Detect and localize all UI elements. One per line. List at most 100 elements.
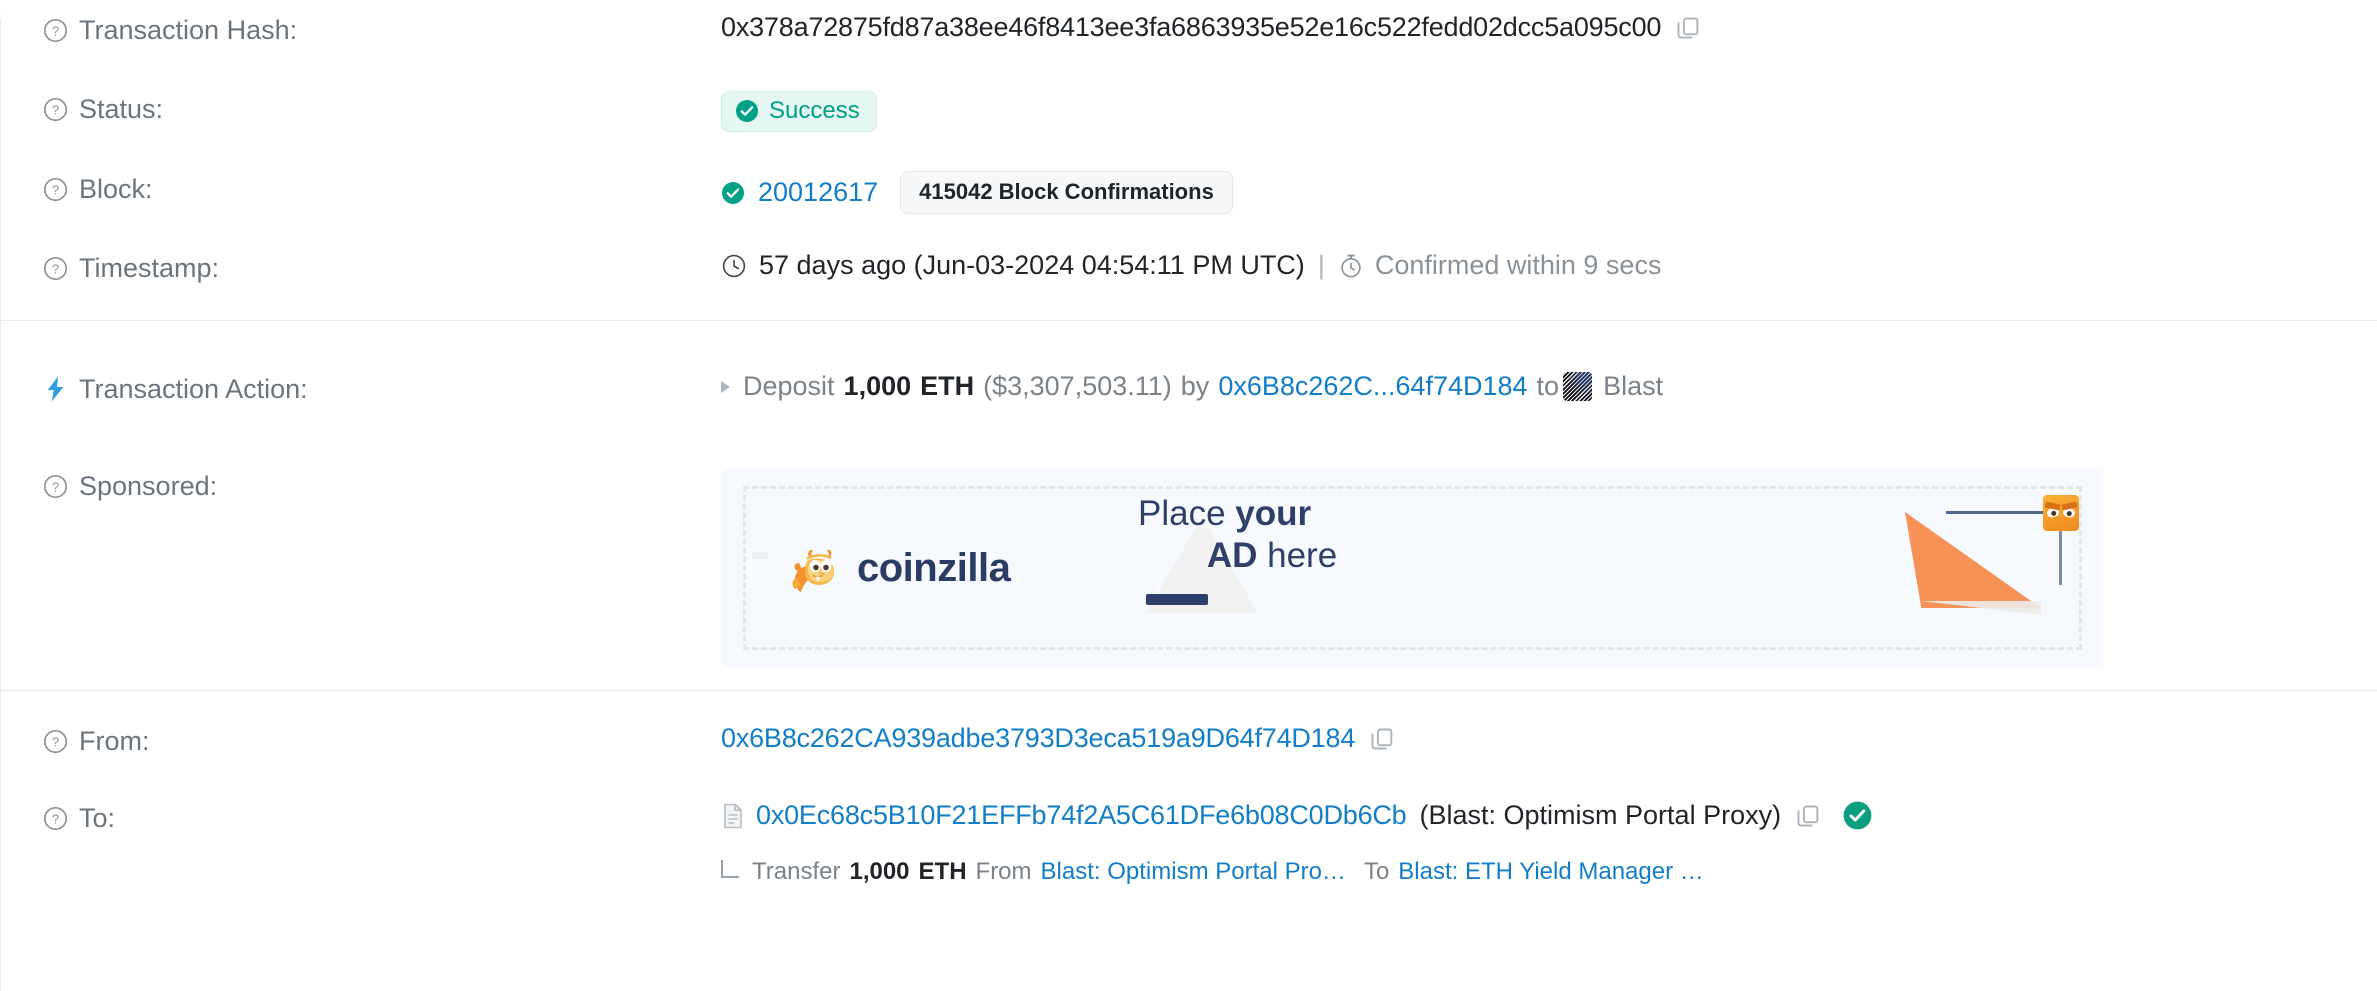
transaction-hash-label-cell: ? Transaction Hash: [43, 12, 721, 46]
transfer-amount: 1,000 [849, 858, 910, 885]
to-label-cell: ? To: [43, 800, 721, 834]
sponsored-label: Sponsored: [79, 471, 218, 501]
sponsored-ad-banner[interactable]: coinzilla Place your AD here [721, 468, 2104, 668]
flag-pole [2059, 529, 2062, 585]
question-circle-icon[interactable]: ? [43, 256, 68, 281]
coinzilla-wordmark: coinzilla [857, 546, 1011, 590]
from-label-cell: ? From: [43, 723, 721, 757]
blast-logo-icon [1563, 372, 1593, 401]
status-badge-text: Success [769, 97, 860, 124]
block-confirmations-badge: 415042 Block Confirmations [900, 171, 1233, 214]
transaction-action-label-cell: Transaction Action: [43, 371, 721, 405]
caret-right-icon[interactable] [721, 380, 730, 393]
timestamp-separator: | [1317, 250, 1325, 280]
clock-icon [721, 253, 747, 279]
block-label-cell: ? Block: [43, 171, 721, 205]
to-value-cell: 0x0Ec68c5B10F21EFFb74f2A5C61DFe6b08C0Db6… [721, 800, 2377, 831]
flag-mascot-face [2043, 495, 2079, 531]
question-circle-icon[interactable]: ? [43, 729, 68, 754]
transaction-details-card: ? Transaction Hash: 0x378a72875fd87a38ee… [0, 12, 2377, 991]
confirmed-within-text: Confirmed within 9 secs [1374, 250, 1662, 280]
transaction-hash-value-cell: 0x378a72875fd87a38ee46f8413ee3fa6863935e… [721, 12, 2377, 43]
transfer-token: ETH [918, 858, 967, 885]
ad-dashed-frame: coinzilla Place your AD here [743, 486, 2082, 650]
row-status: ? Status: Success [1, 91, 2377, 143]
transfer-to-word: To [1363, 858, 1390, 885]
question-circle-icon[interactable]: ? [43, 97, 68, 122]
transaction-action-value-cell: Deposit 1,000 ETH ($3,307,503.11) by 0x6… [721, 371, 2377, 402]
svg-text:?: ? [52, 261, 59, 276]
action-usd-value: ($3,307,503.11) [983, 371, 1172, 401]
transfer-label: Transfer [752, 858, 841, 885]
coinzilla-brand: coinzilla [789, 537, 1011, 599]
block-number-link[interactable]: 20012617 [758, 177, 878, 208]
ad-headline-bold-2: AD [1206, 536, 1258, 575]
tree-corner-icon [721, 860, 739, 878]
action-verb: Deposit [743, 371, 835, 401]
orange-flag-pennant-icon [1869, 489, 2079, 619]
from-address-link[interactable]: 0x6B8c262CA939adbe3793D3eca519a9D64f74D1… [721, 723, 1355, 754]
to-address-link[interactable]: 0x0Ec68c5B10F21EFFb74f2A5C61DFe6b08C0Db6… [756, 800, 1407, 831]
copy-icon[interactable] [1369, 726, 1395, 752]
status-badge: Success [721, 91, 877, 132]
row-transfer: Transfer 1,000 ETH From Blast: Optimism … [1, 858, 2377, 906]
from-value-cell: 0x6B8c262CA939adbe3793D3eca519a9D64f74D1… [721, 723, 2377, 754]
from-label: From: [79, 726, 150, 756]
timestamp-label: Timestamp: [79, 253, 220, 283]
question-circle-icon[interactable]: ? [43, 474, 68, 499]
action-token: ETH [920, 371, 975, 401]
ad-headline-plain-2: here [1257, 536, 1338, 575]
divider-above-from [1, 690, 2377, 691]
ad-headline-plain-1: Place [1138, 494, 1236, 533]
stopwatch-icon [1338, 253, 1364, 279]
timestamp-text: 57 days ago (Jun-03-2024 04:54:11 PM UTC… [759, 250, 1305, 280]
svg-text:?: ? [52, 811, 59, 826]
svg-text:?: ? [52, 23, 59, 38]
block-label: Block: [79, 174, 153, 204]
sponsored-label-cell: ? Sponsored: [43, 468, 721, 502]
question-circle-icon[interactable]: ? [43, 18, 68, 43]
verified-check-icon[interactable] [1843, 801, 1872, 830]
ad-headline-bold-1: your [1235, 494, 1312, 533]
flag-triangle-shadow [1921, 601, 2041, 615]
block-value-cell: 20012617 415042 Block Confirmations [721, 171, 2377, 214]
action-amount: 1,000 [843, 371, 912, 401]
check-circle-icon [735, 99, 759, 123]
svg-text:?: ? [52, 102, 59, 117]
check-circle-icon [721, 181, 745, 205]
question-circle-icon[interactable]: ? [43, 177, 68, 202]
action-by-word: by [1180, 371, 1210, 401]
svg-text:?: ? [52, 182, 59, 197]
svg-text:?: ? [52, 734, 59, 749]
timestamp-label-cell: ? Timestamp: [43, 250, 721, 284]
transfer-value-cell: Transfer 1,000 ETH From Blast: Optimism … [721, 858, 2377, 886]
status-label: Status: [79, 94, 164, 124]
copy-icon[interactable] [1795, 803, 1821, 829]
ad-headline-line2: AD here [1138, 535, 1438, 577]
ad-left-dash-mark [752, 552, 768, 560]
divider-above-transaction-action [1, 320, 2377, 321]
flag-triangle [1905, 512, 2041, 608]
ad-underline-bar [1146, 594, 1208, 605]
copy-icon[interactable] [1675, 15, 1701, 41]
transfer-from-name-link[interactable]: Blast: Optimism Portal Pro… [1041, 858, 1346, 886]
question-circle-icon[interactable]: ? [43, 806, 68, 831]
transaction-action-label: Transaction Action: [79, 374, 308, 404]
transfer-from-word: From [975, 858, 1032, 885]
status-label-cell: ? Status: [43, 91, 721, 125]
svg-text:?: ? [52, 479, 59, 494]
status-value-cell: Success [721, 91, 2377, 132]
coinzilla-dragon-icon [789, 537, 843, 599]
to-name-tag: (Blast: Optimism Portal Proxy) [1419, 800, 1782, 830]
ad-headline: Place your AD here [1138, 493, 1438, 613]
row-timestamp: ? Timestamp: 57 days ago (Jun-03-2024 04… [1, 250, 2377, 302]
action-by-address-link[interactable]: 0x6B8c262C...64f74D184 [1218, 371, 1527, 402]
ad-headline-line1: Place your [1138, 493, 1438, 535]
sponsored-value-cell: coinzilla Place your AD here [721, 468, 2377, 668]
row-transaction-action: Transaction Action: Deposit 1,000 ETH ($… [1, 371, 2377, 423]
transfer-to-name-link[interactable]: Blast: ETH Yield Manager … [1398, 858, 1703, 886]
row-transaction-hash: ? Transaction Hash: 0x378a72875fd87a38ee… [1, 12, 2377, 64]
to-label: To: [79, 803, 116, 833]
row-to: ? To: 0x0Ec68c5B10F21EFFb74f2A5C61DFe6b0… [1, 800, 2377, 852]
action-to-word: to [1536, 371, 1560, 401]
